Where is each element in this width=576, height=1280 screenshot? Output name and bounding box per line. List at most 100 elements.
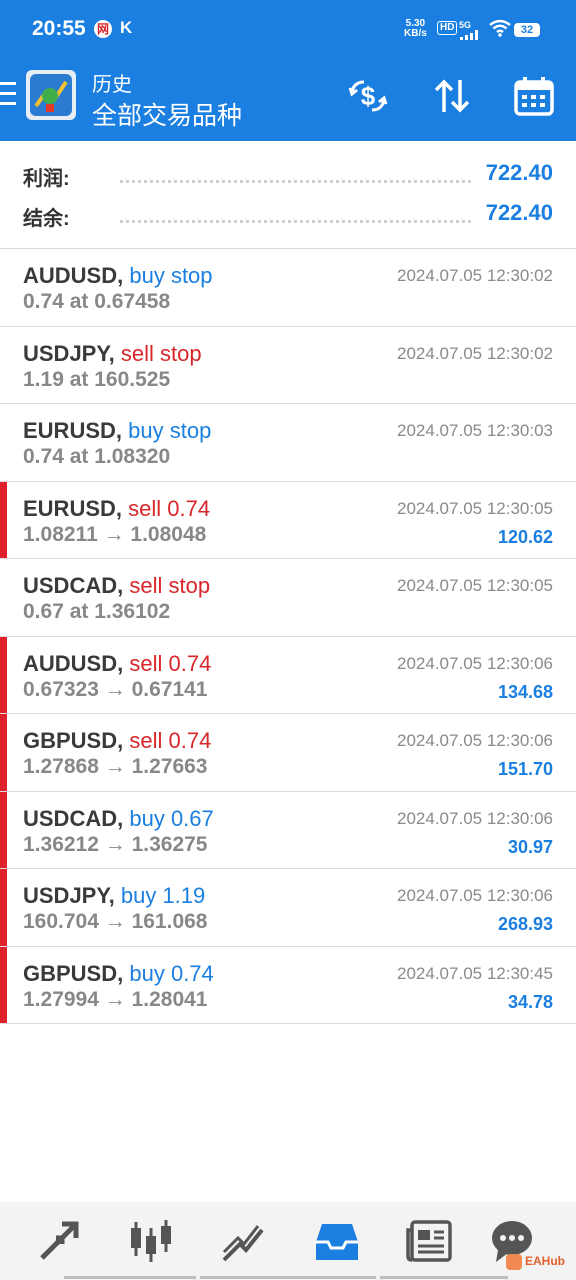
trade-detail: 1.27868 → 1.27663 — [23, 755, 208, 778]
trade-detail: 0.74 at 0.67458 — [23, 290, 171, 313]
trade-type: buy stop — [128, 418, 212, 443]
trade-profit: 30.97 — [507, 836, 553, 857]
network-type: 5G — [459, 20, 472, 30]
trade-detail: 0.67 at 1.36102 — [23, 600, 171, 623]
nav-divider — [64, 1276, 196, 1279]
chart-tab[interactable] — [126, 1216, 176, 1266]
app-header: 20:55 网 K 5.30 KB/s HD 5G 32 历史 全部交易品种 $ — [0, 0, 576, 141]
trade-row[interactable]: GBPUSD, buy 0.74 1.27994 → 1.28041 2024.07… — [0, 946, 576, 1024]
trade-time: 2024.07.05 12:30:06 — [397, 808, 553, 828]
trade-row[interactable]: EURUSD, sell 0.74 1.08211 → 1.08048 2024.0… — [0, 481, 576, 559]
trade-symbol: AUDUSD, buy stop — [23, 263, 213, 288]
trade-detail: 1.08211 → 1.08048 — [23, 522, 207, 546]
profit-row: 利润: 722.40 — [0, 154, 576, 194]
trade-profit: 120.62 — [497, 526, 553, 547]
trade-row[interactable]: GBPUSD, sell 0.74 1.27868 → 1.27663 2024.0… — [0, 714, 576, 792]
calendar-button[interactable] — [512, 74, 556, 118]
trade-detail: 160.704 → 161.068 — [23, 910, 208, 933]
trade-type: buy 1.19 — [120, 883, 206, 908]
trade-history-list: AUDUSD, buy stop 0.74 at 0.67458 2024.07.0… — [0, 249, 576, 1024]
trade-symbol: USDJPY, sell stop — [23, 340, 202, 366]
trade-detail: 1.27994 → 1.28041 — [23, 987, 208, 1011]
profit-value: 722.40 — [485, 160, 553, 185]
trade-profit: 134.68 — [497, 681, 553, 702]
history-tab[interactable] — [312, 1216, 362, 1266]
balance-label: 结余: — [23, 208, 70, 230]
metatrader-logo-icon — [26, 70, 76, 120]
wifi-icon — [489, 19, 511, 37]
trade-tab[interactable] — [218, 1216, 268, 1266]
trade-symbol: AUDUSD, sell 0.74 — [23, 650, 212, 676]
calendar-icon — [514, 77, 554, 116]
trade-row[interactable]: USDCAD, buy 0.67 1.36212 → 1.36275 2024.07… — [0, 791, 576, 869]
closed-position-marker — [0, 791, 7, 868]
trade-row[interactable]: USDJPY, buy 1.19 160.704 → 161.068 2024.07… — [0, 869, 576, 947]
trade-time: 2024.07.05 12:30:02 — [397, 266, 553, 285]
currency-exchange-icon: $ — [348, 80, 388, 112]
trade-type: sell 0.74 — [129, 650, 212, 676]
trade-detail: 1.19 at 160.525 — [23, 367, 171, 391]
trade-row[interactable]: EURUSD, buy stop 0.74 at 1.08320 2024.07.0… — [0, 404, 576, 482]
closed-position-marker — [0, 946, 7, 1023]
network-speed: 5.30 KB/s — [404, 18, 427, 39]
status-time: 20:55 — [32, 17, 86, 40]
trade-type: sell stop — [129, 573, 211, 598]
profit-label: 利润: — [23, 168, 70, 190]
currency-exchange-button[interactable]: $ — [346, 74, 390, 118]
trade-row[interactable]: AUDUSD, sell 0.74 0.67323 → 0.67141 2024.0… — [0, 636, 576, 714]
trade-detail: 1.36212 → 1.36275 — [23, 832, 208, 856]
sort-button[interactable] — [430, 74, 474, 118]
leader-dots — [120, 220, 471, 223]
trade-time: 2024.07.05 12:30:05 — [397, 576, 553, 595]
trade-row[interactable]: USDJPY, sell stop 1.19 at 160.525 2024.07.… — [0, 327, 576, 404]
menu-icon[interactable] — [0, 82, 16, 108]
trade-time: 2024.07.05 12:30:02 — [397, 343, 553, 363]
hd-icon: HD — [437, 21, 458, 35]
trade-row[interactable]: AUDUSD, buy stop 0.74 at 0.67458 2024.07.0… — [0, 249, 576, 327]
svg-text:$: $ — [361, 81, 376, 111]
closed-position-marker — [0, 636, 7, 713]
trade-symbol: USDCAD, sell stop — [23, 573, 211, 598]
nav-divider — [380, 1276, 508, 1279]
trade-time: 2024.07.05 12:30:45 — [397, 963, 553, 983]
trade-time: 2024.07.05 12:30:06 — [397, 731, 553, 750]
trade-row[interactable]: USDCAD, sell stop 0.67 at 1.36102 2024.07.… — [0, 559, 576, 637]
trade-profit: 151.70 — [497, 759, 553, 779]
balance-row: 结余: 722.40 — [0, 194, 576, 234]
trade-time: 2024.07.05 12:30:06 — [397, 886, 553, 905]
eahub-watermark: EAHub — [506, 1254, 565, 1270]
trade-type: buy 0.74 — [129, 960, 214, 986]
trade-type: buy 0.67 — [129, 805, 214, 831]
trend-line-icon — [222, 1225, 264, 1262]
trade-time: 2024.07.05 12:30:06 — [397, 653, 553, 673]
trade-type: sell 0.74 — [129, 728, 212, 753]
news-tab[interactable] — [404, 1216, 454, 1266]
trade-type: sell 0.74 — [128, 495, 211, 521]
trade-detail: 0.67323 → 0.67141 — [23, 677, 208, 701]
status-bar: 20:55 网 K 5.30 KB/s HD 5G 32 — [0, 0, 576, 58]
closed-position-marker — [0, 869, 7, 946]
candlestick-chart-icon — [131, 1220, 171, 1262]
trade-symbol: GBPUSD, buy 0.74 — [23, 960, 214, 986]
quotes-tab[interactable] — [34, 1216, 84, 1266]
news-icon — [406, 1220, 452, 1262]
history-inbox-icon — [316, 1224, 358, 1260]
trade-symbol: EURUSD, buy stop — [23, 418, 212, 443]
summary-panel: 利润: 722.40 结余: 722.40 — [0, 141, 576, 249]
trade-symbol: GBPUSD, sell 0.74 — [23, 728, 212, 753]
balance-value: 722.40 — [485, 200, 553, 225]
k-app-icon: K — [120, 18, 133, 37]
netease-music-icon: 网 — [94, 20, 112, 38]
page-title[interactable]: 全部交易品种 — [92, 96, 242, 132]
leader-dots — [120, 180, 471, 183]
page-subtitle: 历史 — [92, 74, 132, 96]
nav-divider — [200, 1276, 376, 1279]
trade-symbol: USDCAD, buy 0.67 — [23, 805, 214, 831]
sort-arrows-icon — [434, 79, 470, 113]
trade-profit: 34.78 — [507, 991, 553, 1012]
signal-icon — [460, 30, 478, 40]
trade-time: 2024.07.05 12:30:05 — [397, 498, 553, 518]
bottom-navigation — [0, 1202, 576, 1280]
closed-position-marker — [0, 714, 7, 791]
trade-time: 2024.07.05 12:30:03 — [397, 421, 553, 440]
